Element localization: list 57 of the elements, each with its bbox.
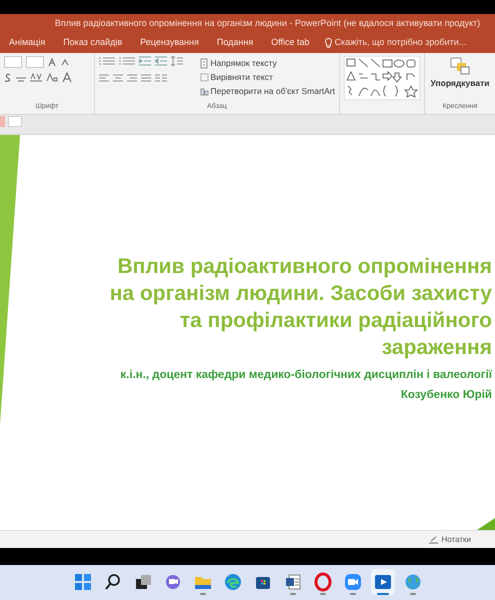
ribbon-command[interactable]: Вирівняти текст [200, 70, 335, 84]
window-title: Вплив радіоактивного опромінення на організм людини - PowerPoint (не вдалося активувати продукт) [54, 16, 480, 30]
search-icon [104, 574, 120, 590]
ribbon-tab[interactable]: Office tab [262, 36, 319, 50]
slide-title-line: зараження [380, 335, 493, 361]
notes-icon [429, 536, 438, 544]
indent-icon[interactable] [155, 56, 167, 66]
align-center-icon[interactable] [113, 74, 123, 83]
change-case-icon[interactable] [46, 73, 58, 82]
justify-icon[interactable] [141, 74, 151, 83]
browser-icon [224, 574, 240, 590]
shadow-icon[interactable] [4, 72, 12, 82]
align-right-icon[interactable] [127, 74, 137, 83]
numbering-icon[interactable] [119, 56, 135, 66]
tell-me-field[interactable]: Скажіть, що потрібно зробити... [334, 36, 466, 50]
slide-subtitle-line: к.і.н., доцент кафедри медико-біологічних дисциплін і валеології [119, 368, 494, 383]
start-icon [74, 574, 90, 590]
player-icon [374, 574, 390, 588]
ribbon-tab[interactable]: Анімація [0, 36, 54, 50]
arrange-icon[interactable] [449, 56, 471, 76]
font-size-field[interactable] [26, 56, 44, 68]
slide-accent-corner [477, 518, 495, 530]
opera-icon [314, 572, 331, 591]
ribbon-tab[interactable]: Рецензування [131, 36, 208, 50]
shrink-font-icon[interactable] [61, 58, 69, 66]
columns-icon[interactable] [155, 74, 167, 83]
ribbon-command[interactable]: Перетворити на об'єкт SmartArt [200, 84, 335, 98]
arrange-button[interactable]: Упорядкувати [430, 76, 490, 90]
folder-icon [194, 576, 210, 588]
globe-icon [405, 574, 420, 589]
slide-title-line: та профілактики радіаційного [178, 308, 493, 334]
lightbulb-icon [324, 38, 332, 48]
notes-button[interactable]: Нотатки [441, 532, 471, 546]
align-left-icon[interactable] [99, 74, 109, 83]
ribbon-tab[interactable]: Показ слайдів [54, 36, 132, 50]
bullets-icon[interactable] [99, 56, 115, 66]
ribbon-tab[interactable]: Подання [208, 36, 262, 50]
ribbon-command[interactable]: Напрямок тексту [200, 56, 335, 70]
slide-title-line: на організм людини. Засоби захисту [108, 281, 493, 307]
video-call-icon [344, 574, 360, 590]
task-view-icon [136, 574, 150, 588]
font-color-icon[interactable] [62, 72, 72, 83]
chat-icon [166, 574, 180, 588]
command-icon [200, 86, 209, 96]
command-icon [200, 58, 209, 68]
store-icon [256, 576, 270, 588]
command-icon [200, 72, 209, 82]
slide-title-line: Вплив радіоактивного опромінення [116, 254, 493, 280]
document-icon [286, 574, 300, 589]
grow-font-icon[interactable] [48, 58, 57, 66]
font-name-field[interactable] [4, 56, 22, 68]
slide-subtitle-line: Козубенко Юрій [400, 388, 493, 403]
shapes-gallery[interactable] [344, 56, 420, 100]
taskbar-button[interactable] [370, 568, 394, 594]
indent-icon[interactable] [139, 56, 151, 66]
line-spacing-icon[interactable] [171, 56, 183, 66]
spacing-icon[interactable] [30, 73, 42, 82]
